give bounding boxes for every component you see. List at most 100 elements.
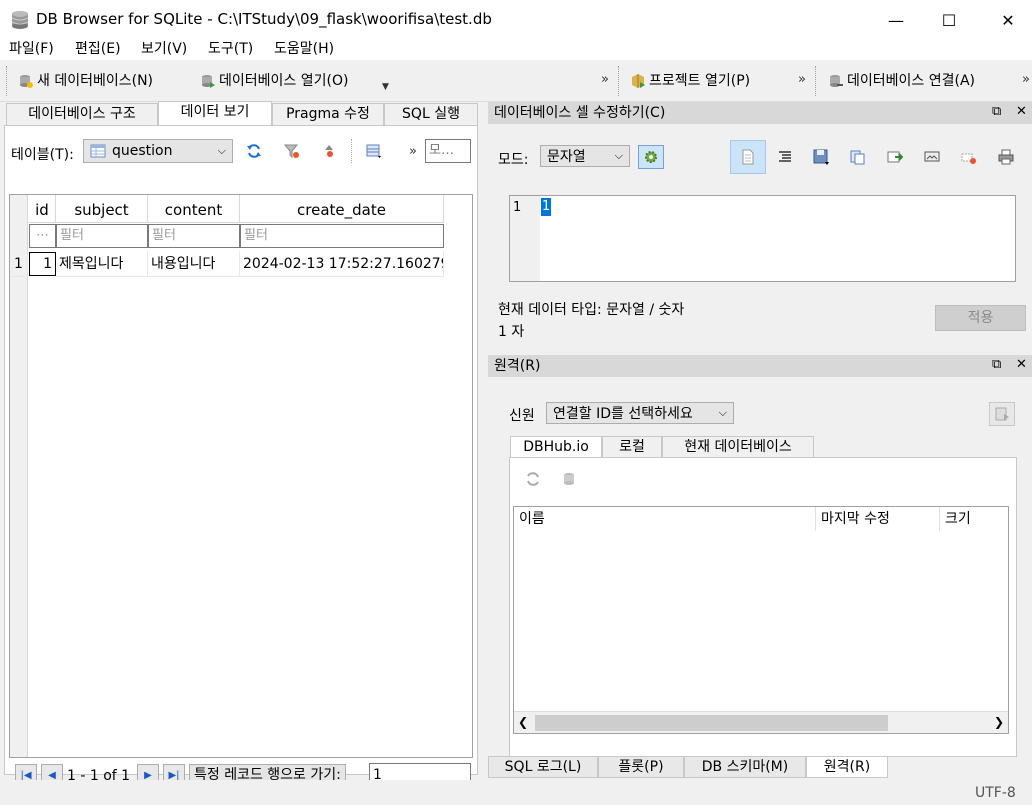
- cancel-record-icon: [961, 153, 976, 164]
- menu-file[interactable]: 파일(F): [9, 40, 54, 60]
- menu-help[interactable]: 도움말(H): [274, 40, 334, 60]
- refresh-button[interactable]: [239, 136, 269, 166]
- mode-select[interactable]: 문자열 ⌵: [540, 145, 630, 167]
- tab-remote[interactable]: 원격(R): [806, 756, 888, 778]
- remote-file-list[interactable]: 이름 마지막 수정 크기 ❮ ❯: [513, 506, 1009, 734]
- table-select-value: question: [112, 143, 173, 159]
- menu-edit[interactable]: 편집(E): [75, 40, 121, 60]
- identity-label: 신원: [509, 408, 535, 424]
- float-dock-icon[interactable]: ⧉: [992, 104, 1001, 119]
- column-header-create-date[interactable]: create_date: [240, 195, 444, 223]
- database-icon: [564, 473, 574, 485]
- close-dock-icon[interactable]: ✕: [1016, 357, 1027, 372]
- remote-refresh-button[interactable]: [518, 464, 548, 494]
- chevron-down-icon: ⌵: [718, 406, 727, 419]
- open-database-button[interactable]: 데이터베이스 열기(O): [200, 70, 348, 92]
- sort-icon: [325, 145, 333, 157]
- auto-switch-mode-button[interactable]: [638, 145, 664, 169]
- tab-execute-sql[interactable]: SQL 실행: [384, 103, 478, 125]
- open-database-dropdown-arrow-icon[interactable]: ▼: [382, 82, 389, 92]
- column-header-name[interactable]: 이름: [514, 507, 816, 531]
- table-cell-create-date[interactable]: 2024-02-13 17:52:27.160279: [240, 251, 444, 277]
- row-header[interactable]: 1: [10, 251, 28, 277]
- word-wrap-button[interactable]: [730, 140, 766, 174]
- clear-cell-button[interactable]: [954, 142, 984, 172]
- copy-document-icon: [850, 150, 865, 165]
- filter-input-subject[interactable]: 필터: [56, 224, 148, 248]
- tab-edit-pragmas[interactable]: Pragma 수정: [272, 103, 384, 125]
- close-button[interactable]: ✕: [985, 0, 1031, 40]
- import-button[interactable]: [806, 142, 836, 172]
- new-database-icon: [20, 75, 33, 88]
- mode-label: 모드:: [498, 152, 529, 168]
- minimize-button[interactable]: —: [873, 0, 919, 40]
- export-button[interactable]: [842, 142, 872, 172]
- identity-manage-button[interactable]: [989, 402, 1015, 426]
- scroll-right-icon[interactable]: ❯: [994, 715, 1004, 729]
- tab-current-database[interactable]: 현재 데이터베이스: [662, 436, 814, 458]
- tab-plot[interactable]: 플롯(P): [598, 756, 684, 778]
- status-bar: UTF-8: [0, 780, 1032, 805]
- tab-dbhub[interactable]: DBHub.io: [510, 436, 602, 458]
- table-label: 테이블(T):: [11, 147, 74, 163]
- set-null-button[interactable]: [880, 142, 910, 172]
- column-header-last-modified[interactable]: 마지막 수정: [816, 507, 940, 531]
- table-cell-content[interactable]: 내용입니다: [148, 251, 240, 277]
- tab-db-schema[interactable]: DB 스키마(M): [684, 756, 806, 778]
- toolbar-overflow-1[interactable]: »: [601, 72, 609, 87]
- save-table-button[interactable]: [359, 136, 389, 166]
- scroll-left-icon[interactable]: ❮: [518, 715, 528, 729]
- chevron-down-icon: ⌵: [614, 149, 623, 162]
- clear-filters-button[interactable]: [277, 136, 307, 166]
- print-icon: [998, 149, 1014, 165]
- clear-filter-icon: [284, 144, 299, 159]
- open-project-button[interactable]: 프로젝트 열기(P): [630, 70, 750, 92]
- column-header-size[interactable]: 크기: [940, 507, 1008, 531]
- menu-bar: 파일(F) 편집(E) 보기(V) 도구(T) 도움말(H): [0, 40, 1032, 60]
- filter-input-create-date[interactable]: 필터: [240, 224, 444, 248]
- toolbar-overflow-2[interactable]: »: [798, 72, 806, 87]
- apply-button[interactable]: 적용: [935, 305, 1026, 331]
- tab-sql-log[interactable]: SQL 로그(L): [488, 756, 598, 778]
- tab-database-structure[interactable]: 데이터베이스 구조: [6, 103, 158, 125]
- sort-button[interactable]: [314, 136, 344, 166]
- remote-clone-button[interactable]: [555, 464, 585, 494]
- toolbar-overflow-3[interactable]: »: [1022, 72, 1030, 87]
- global-filter-input[interactable]: 모…: [425, 139, 471, 163]
- attach-database-icon: [830, 75, 843, 87]
- table-cell-subject[interactable]: 제목입니다: [56, 251, 148, 277]
- remote-panel-title: 원격(R): [488, 355, 1032, 377]
- print-button[interactable]: [991, 142, 1021, 172]
- cell-editor-text-area[interactable]: 1 1: [509, 195, 1016, 282]
- open-database-label: 데이터베이스 열기(O): [219, 73, 349, 89]
- view-image-button[interactable]: [917, 142, 947, 172]
- float-dock-icon[interactable]: ⧉: [992, 357, 1001, 372]
- filter-input-id[interactable]: ⋯: [29, 224, 56, 248]
- column-header-subject[interactable]: subject: [56, 195, 148, 223]
- export-icon: [887, 151, 903, 163]
- new-database-button[interactable]: 새 데이터베이스(N): [18, 70, 153, 92]
- table-cell-id[interactable]: 1: [29, 252, 56, 276]
- column-header-id[interactable]: id: [29, 195, 56, 223]
- refresh-icon: [247, 144, 261, 158]
- browse-toolbar-overflow[interactable]: »: [409, 144, 417, 159]
- identity-icon: [995, 407, 1009, 421]
- tab-local[interactable]: 로컬: [602, 436, 662, 458]
- tab-browse-data[interactable]: 데이터 보기: [158, 101, 272, 125]
- toolbar-grip[interactable]: [6, 66, 8, 96]
- horizontal-scrollbar[interactable]: ❮ ❯: [514, 711, 1008, 733]
- maximize-button[interactable]: ☐: [926, 0, 972, 40]
- connect-database-button[interactable]: 데이터베이스 연결(A): [828, 70, 975, 92]
- window-title: DB Browser for SQLite - C:\ITStudy\09_fl…: [36, 10, 492, 28]
- toolbar-separator: [815, 66, 817, 96]
- menu-view[interactable]: 보기(V): [141, 40, 187, 60]
- indent-button[interactable]: [770, 142, 800, 172]
- table-select[interactable]: question ⌵: [83, 139, 233, 163]
- close-dock-icon[interactable]: ✕: [1016, 104, 1027, 119]
- menu-tools[interactable]: 도구(T): [208, 40, 253, 60]
- filter-input-content[interactable]: 필터: [148, 224, 240, 248]
- identity-select[interactable]: 연결할 ID를 선택하세요 ⌵: [546, 402, 734, 424]
- scrollbar-thumb[interactable]: [535, 715, 888, 731]
- selected-cell-text[interactable]: 1: [541, 198, 552, 216]
- column-header-content[interactable]: content: [148, 195, 240, 223]
